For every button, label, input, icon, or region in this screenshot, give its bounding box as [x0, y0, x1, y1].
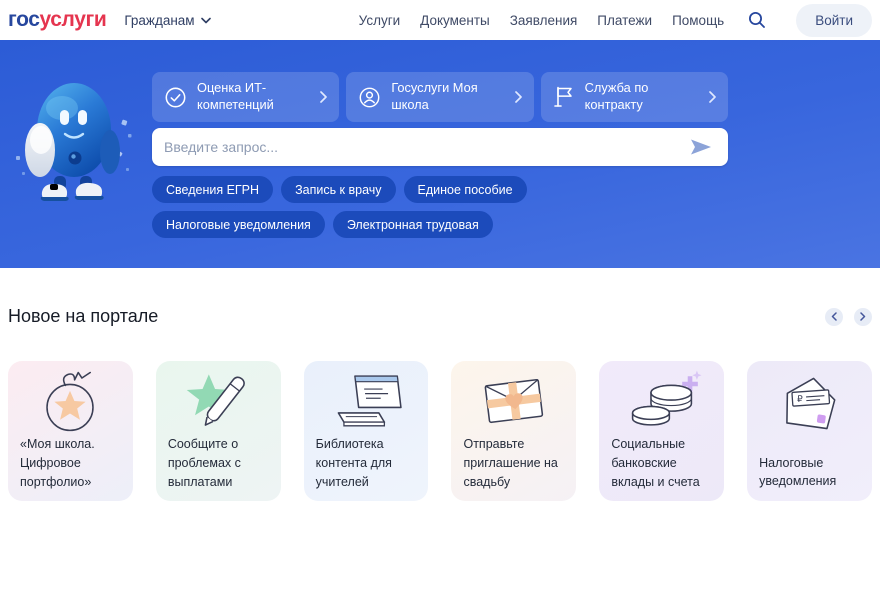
chip-egrn[interactable]: Сведения ЕГРН: [152, 176, 273, 203]
banner-my-school[interactable]: Госуслуги Моя школа: [346, 72, 533, 122]
carousel-next-button[interactable]: [854, 308, 872, 326]
chevron-right-icon: [515, 91, 522, 103]
laptop-book-icon: [316, 367, 417, 435]
carousel-arrows: [825, 308, 872, 326]
banner-it-competence[interactable]: Оценка ИТ-компетенций: [152, 72, 339, 122]
card-wedding-invitation[interactable]: Отправьте приглашение на свадьбу: [451, 361, 576, 501]
robot-mascot: [14, 68, 134, 218]
new-on-portal-cards: «Моя школа. Цифровое портфолио» Сообщите…: [8, 361, 872, 501]
nav-item-payments[interactable]: Платежи: [597, 13, 652, 28]
hero-section: Оценка ИТ-компетенций Госуслуги Моя школ…: [0, 40, 880, 268]
logo-text-uslugi: услуги: [40, 8, 107, 32]
search-input[interactable]: [164, 139, 686, 155]
card-title: Социальные банковские вклады и счета: [611, 435, 712, 491]
card-title: Отправьте приглашение на свадьбу: [463, 435, 564, 491]
hero-content: Оценка ИТ-компетенций Госуслуги Моя школ…: [152, 72, 728, 238]
new-on-portal-header: Новое на портале: [8, 306, 872, 327]
audience-label: Гражданам: [124, 13, 194, 28]
logo-text-gos: гос: [8, 8, 40, 32]
hero-banners: Оценка ИТ-компетенций Госуслуги Моя школ…: [152, 72, 728, 122]
login-button[interactable]: Войти: [796, 4, 872, 37]
banner-label: Оценка ИТ-компетенций: [197, 80, 310, 113]
chip-tax[interactable]: Налоговые уведомления: [152, 211, 325, 238]
card-social-deposits[interactable]: Социальные банковские вклады и счета: [599, 361, 724, 501]
card-title: Библиотека контента для учителей: [316, 435, 417, 491]
card-teachers-library[interactable]: Библиотека контента для учителей: [304, 361, 429, 501]
card-tax-notifications[interactable]: ₽ Налоговые уведомления: [747, 361, 872, 501]
flag-icon: [553, 85, 575, 109]
chip-doctor[interactable]: Запись к врачу: [281, 176, 395, 203]
card-title: Сообщите о проблемах с выплатами: [168, 435, 269, 491]
card-my-school-portfolio[interactable]: «Моя школа. Цифровое портфолио»: [8, 361, 133, 501]
top-header: госуслуги Гражданам Услуги Документы Зая…: [0, 0, 880, 40]
school-badge-icon: [358, 86, 381, 109]
check-circle-icon: [164, 86, 187, 109]
nav-item-help[interactable]: Помощь: [672, 13, 724, 28]
envelope-heart-icon: [463, 367, 564, 435]
search-icon[interactable]: [748, 11, 766, 29]
section-title: Новое на портале: [8, 306, 158, 327]
banner-label: Госуслуги Моя школа: [391, 80, 504, 113]
envelope-open-icon: ₽: [759, 367, 860, 439]
nav-item-applications[interactable]: Заявления: [510, 13, 578, 28]
gosuslugi-logo[interactable]: госуслуги: [8, 8, 106, 32]
coins-icon: [611, 367, 712, 435]
nav-item-documents[interactable]: Документы: [420, 13, 490, 28]
banner-label: Служба по контракту: [585, 80, 699, 113]
card-title: «Моя школа. Цифровое портфолио»: [20, 435, 121, 491]
star-pen-icon: [168, 367, 269, 435]
audience-selector[interactable]: Гражданам: [124, 13, 210, 28]
nav-item-services[interactable]: Услуги: [359, 13, 401, 28]
chip-benefit[interactable]: Единое пособие: [404, 176, 527, 203]
hero-search-box: [152, 128, 728, 166]
chip-labour-book[interactable]: Электронная трудовая: [333, 211, 493, 238]
header-nav: Услуги Документы Заявления Платежи Помощ…: [359, 4, 872, 37]
carousel-prev-button[interactable]: [825, 308, 843, 326]
quick-links: Сведения ЕГРН Запись к врачу Единое посо…: [152, 176, 632, 238]
card-payment-problems[interactable]: Сообщите о проблемах с выплатами: [156, 361, 281, 501]
chevron-right-icon: [320, 91, 327, 103]
medal-star-icon: [20, 367, 121, 435]
banner-contract-service[interactable]: Служба по контракту: [541, 72, 728, 122]
chevron-right-icon: [709, 91, 716, 103]
card-title: Налоговые уведомления: [759, 454, 860, 492]
chevron-down-icon: [201, 17, 211, 24]
send-icon[interactable]: [686, 135, 716, 159]
gosuslugi-portal-page: госуслуги Гражданам Услуги Документы Зая…: [0, 0, 880, 590]
